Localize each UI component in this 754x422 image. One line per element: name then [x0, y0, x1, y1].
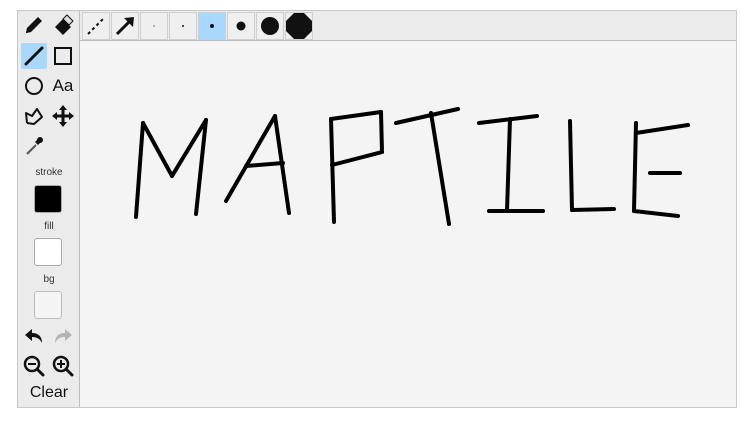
dashed-line-icon [87, 17, 105, 35]
arrow-line-button[interactable] [111, 12, 139, 40]
letter-f-stroke [329, 117, 336, 224]
pencil-icon [26, 17, 42, 33]
size-xlarge-button[interactable] [256, 12, 284, 40]
eraser-icon [55, 14, 74, 35]
eraser-tool-button[interactable] [50, 12, 76, 38]
letter-i-stroke [505, 117, 512, 213]
pencil-tool-button[interactable] [21, 12, 47, 38]
redo-button[interactable] [50, 323, 76, 349]
clear-button[interactable]: Clear [18, 384, 80, 402]
letter-l-stroke [570, 207, 616, 212]
tool-sidebar: Aa stroke fill bg Clear [18, 11, 80, 407]
octagon-icon [286, 13, 312, 39]
polygon-icon [25, 108, 43, 125]
dot-icon [153, 25, 155, 27]
size-small-button[interactable] [169, 12, 197, 40]
bg-label: bg [43, 274, 55, 285]
options-toolbar [80, 11, 736, 41]
dot-icon [210, 24, 214, 28]
letter-m-stroke [134, 121, 145, 219]
zoom-out-icon [23, 355, 45, 377]
paint-app: Aa stroke fill bg Clear [17, 10, 737, 408]
arrow-icon [115, 17, 134, 36]
dot-icon [182, 25, 184, 27]
zoom-in-icon [52, 355, 74, 377]
letter-e-stroke [632, 121, 638, 213]
drawing [134, 107, 690, 226]
move-tool-button[interactable] [50, 103, 76, 129]
fill-label: fill [44, 221, 54, 232]
size-large-button[interactable] [227, 12, 255, 40]
undo-icon [25, 329, 42, 343]
zoom-in-button[interactable] [50, 353, 76, 379]
bg-color-swatch[interactable] [34, 291, 62, 319]
fill-color-swatch[interactable] [34, 238, 62, 266]
stroke-label: stroke [35, 167, 63, 178]
letter-t-stroke [429, 111, 451, 226]
letter-m-stroke [141, 121, 174, 178]
move-icon [52, 105, 74, 127]
letter-f-stroke [329, 110, 383, 121]
line-tool-button[interactable] [21, 43, 47, 69]
letter-a-stroke [244, 161, 285, 168]
redo-icon [55, 329, 72, 343]
size-tiny-button[interactable] [140, 12, 168, 40]
polygon-tool-button[interactable] [21, 103, 47, 129]
size-medium-button[interactable] [198, 12, 226, 40]
dashed-line-button[interactable] [82, 12, 110, 40]
ellipse-tool-button[interactable] [21, 73, 47, 99]
rectangle-tool-button[interactable] [50, 43, 76, 69]
text-tool-button[interactable]: Aa [50, 73, 76, 99]
line-icon [24, 46, 44, 66]
dot-icon [261, 17, 279, 35]
stroke-color-swatch[interactable] [34, 185, 62, 213]
eyedropper-icon [26, 137, 43, 155]
size-xxlarge-button[interactable] [285, 12, 313, 40]
rectangle-icon [54, 47, 72, 65]
text-tool-label: Aa [52, 76, 74, 95]
circle-icon [25, 77, 43, 95]
eyedropper-tool-button[interactable] [21, 133, 47, 159]
dot-icon [236, 21, 246, 31]
letter-e-stroke [634, 123, 690, 135]
letter-t-stroke [394, 107, 460, 125]
letter-f-stroke [379, 110, 384, 154]
undo-button[interactable] [21, 323, 47, 349]
letter-e-stroke [632, 209, 680, 218]
letter-l-stroke [568, 119, 574, 212]
zoom-out-button[interactable] [21, 353, 47, 379]
letter-f-stroke [330, 150, 384, 167]
drawing-canvas[interactable] [80, 41, 736, 407]
letter-a-stroke [224, 114, 277, 203]
